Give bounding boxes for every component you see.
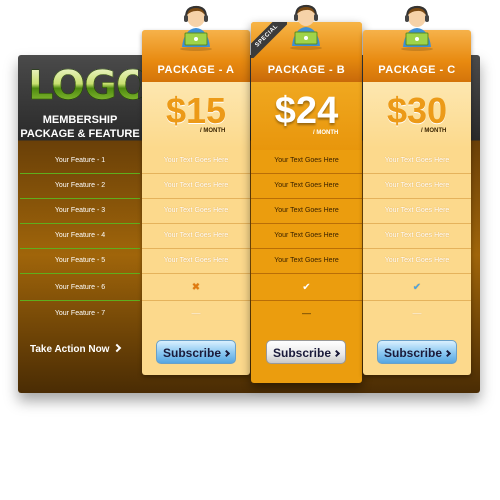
subscribe-label: Subscribe [383,346,443,360]
cross-icon: ✖ [191,282,201,293]
package-b-subscribe-button[interactable]: Subscribe [266,340,346,364]
package-b-cell-1: Your Text Goes Here [274,157,339,164]
dash-placeholder: — [302,308,311,318]
chevron-right-icon [443,349,452,358]
package-b-cell-7: — [251,301,362,326]
mascot-laptop-boy-icon [180,5,212,51]
mascot-laptop-boy-icon [401,5,433,51]
subscribe-label: Subscribe [162,346,222,360]
check-icon: ✔ [302,282,311,293]
package-b-cell-4: Your Text Goes Here [274,232,339,239]
special-badge-label: SPECIAL [251,22,287,58]
feature-label-4: Your Feature - 4 [54,232,106,239]
table-heading: MEMBERSHIP PACKAGE & FEATURE [20,113,140,141]
logo: LOGO [28,63,150,109]
package-b-cell-5: Your Text Goes Here [274,257,339,264]
special-badge: SPECIAL [251,22,287,58]
package-b-column: PACKAGE - B $24 / MONTH Your Text Goes H… [251,22,362,383]
package-c-name: PACKAGE - C [378,64,456,76]
package-c-cell-7: — [363,301,471,326]
package-c-column: PACKAGE - C $30 / MONTH Your Text Goes H… [363,30,471,375]
row-divider [20,273,140,274]
feature-label-3: Your Feature - 3 [54,207,106,214]
package-b-cell-2: Your Text Goes Here [274,182,339,189]
package-a-price-area: $15 / MONTH [142,82,250,148]
package-c-cell-3: Your Text Goes Here [384,207,450,214]
feature-label-6: Your Feature - 6 [54,284,106,291]
package-a-cell-6: ✖ [142,275,250,300]
check-icon: ✔ [412,282,422,293]
take-action-label: Take Action Now [30,344,110,355]
heading-line-2: PACKAGE & FEATURE [20,128,140,140]
package-c-price: $30 [386,90,448,131]
chevron-right-icon [222,349,231,358]
take-action-link[interactable]: Take Action Now [30,338,140,362]
package-b-period: / MONTH [313,130,339,136]
package-b-cell-3: Your Text Goes Here [274,207,339,214]
package-a-cell-1: Your Text Goes Here [163,157,229,164]
package-c-cell-2: Your Text Goes Here [384,182,450,189]
row-divider [142,273,250,274]
chevron-right-icon [113,343,122,353]
package-c-cell-5: Your Text Goes Here [384,257,450,264]
package-c-cell-1: Your Text Goes Here [384,157,450,164]
package-b-name: PACKAGE - B [267,64,346,76]
package-b-price: $24 [274,90,339,132]
package-a-price: $15 [165,90,227,131]
package-c-period: / MONTH [421,128,447,134]
package-c-subscribe-button[interactable]: Subscribe [377,340,457,364]
feature-label-5: Your Feature - 5 [54,257,106,264]
package-a-name: PACKAGE - A [157,64,235,76]
mascot-laptop-boy-icon [290,4,322,50]
package-a-subscribe-button[interactable]: Subscribe [156,340,236,364]
package-a-cell-2: Your Text Goes Here [163,182,229,189]
package-a-period: / MONTH [200,128,226,134]
dash-placeholder: — [191,308,201,318]
package-c-price-area: $30 / MONTH [363,82,471,148]
package-a-cell-7: — [142,301,250,326]
package-a-cell-3: Your Text Goes Here [163,207,229,214]
chevron-right-icon [332,349,341,358]
package-a-cell-5: Your Text Goes Here [163,257,229,264]
package-c-cell-6: ✔ [363,275,471,300]
package-c-cell-4: Your Text Goes Here [384,232,450,239]
subscribe-label: Subscribe [272,346,332,360]
package-a-cell-4: Your Text Goes Here [163,232,229,239]
feature-label-2: Your Feature - 2 [54,182,106,189]
row-divider [251,273,362,274]
feature-label-1: Your Feature - 1 [54,157,106,164]
feature-label-7: Your Feature - 7 [54,310,106,317]
heading-line-1: MEMBERSHIP [42,114,118,126]
dash-placeholder: — [412,308,422,318]
package-a-column: PACKAGE - A $15 / MONTH Your Text Goes H… [142,30,250,375]
package-b-cell-6: ✔ [251,275,362,300]
row-divider [363,273,471,274]
package-b-price-area: $24 / MONTH [251,82,362,150]
